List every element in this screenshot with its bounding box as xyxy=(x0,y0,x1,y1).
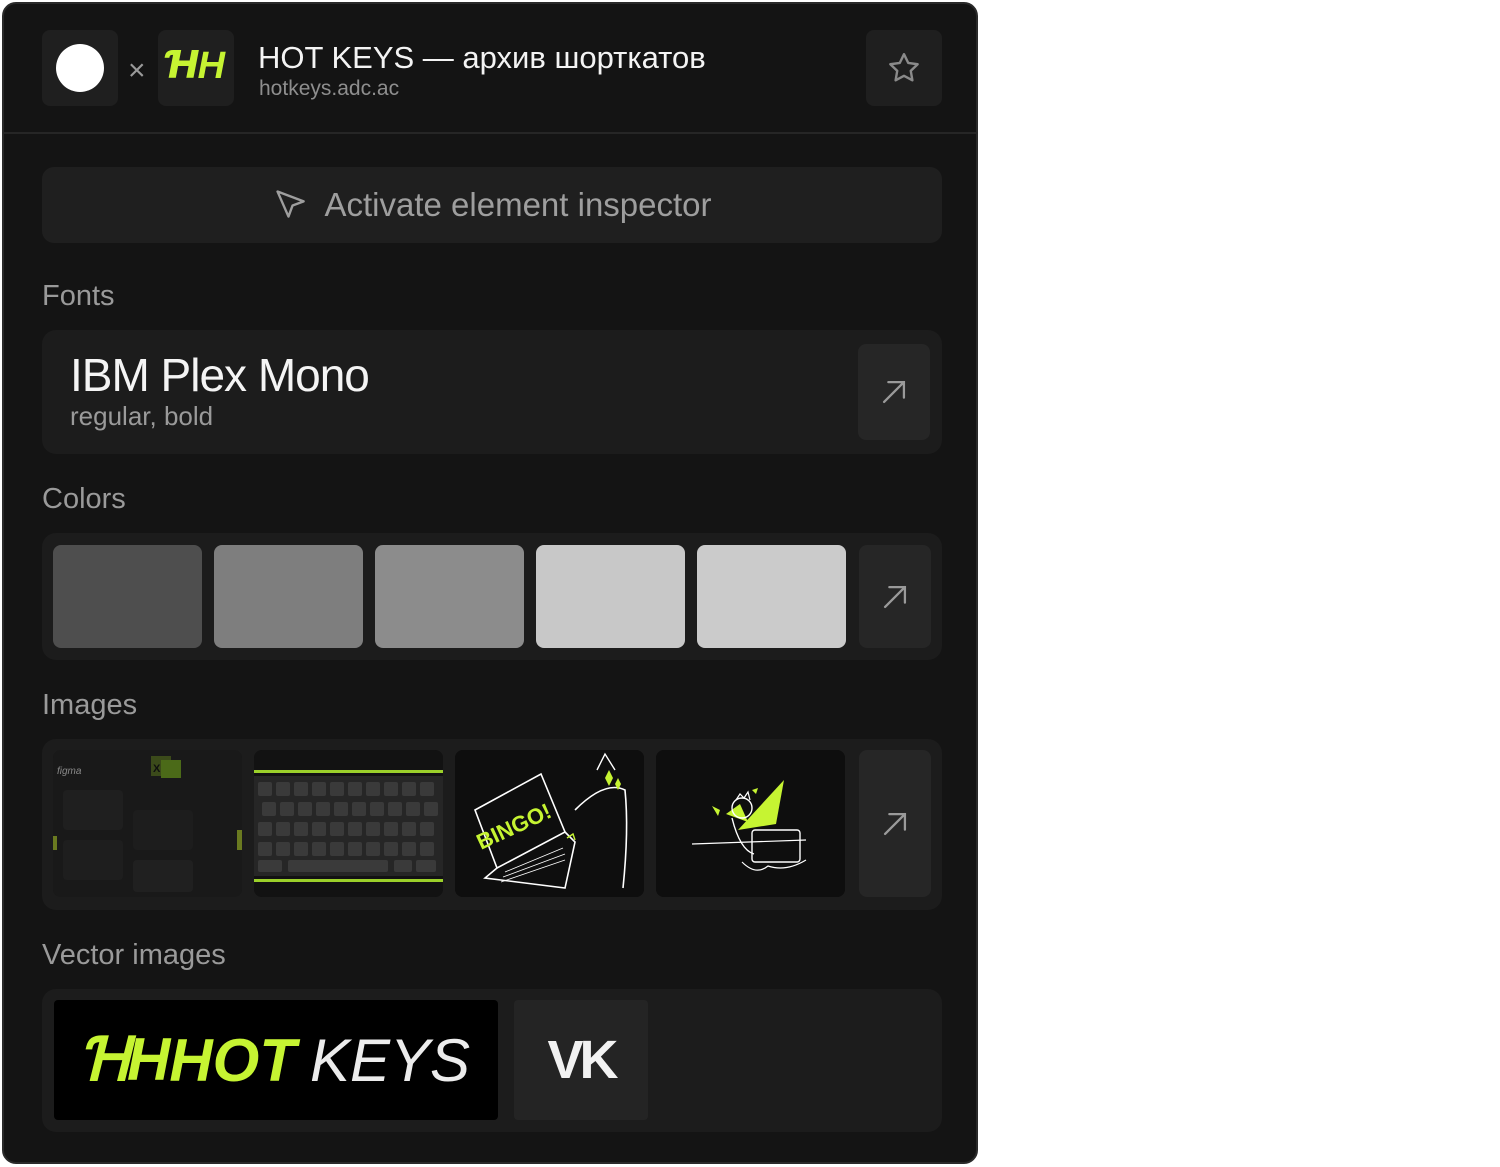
open-font-button[interactable] xyxy=(858,344,930,440)
hotkeys-word-keys: KEYS xyxy=(309,1026,471,1094)
images-section-title: Images xyxy=(42,689,138,721)
color-swatch[interactable] xyxy=(697,545,846,648)
inspector-label: Activate element inspector xyxy=(324,186,712,223)
figma-screenshot-image: figma X xyxy=(53,750,242,897)
hotkeys-logo-icon: ꞪH xyxy=(166,45,225,87)
open-images-button[interactable] xyxy=(859,750,931,897)
arrow-up-right-icon xyxy=(883,585,907,608)
open-colors-button[interactable] xyxy=(859,545,931,648)
site-header: × ꞪH HOT KEYS — архив шорткатов hotkeys.… xyxy=(4,4,976,134)
color-swatch[interactable] xyxy=(214,545,363,648)
bingo-illustration: BINGO! xyxy=(455,750,644,897)
color-swatch[interactable] xyxy=(536,545,685,648)
color-swatch[interactable] xyxy=(375,545,524,648)
font-weights: regular, bold xyxy=(70,401,214,431)
favorite-button[interactable] xyxy=(866,30,942,106)
cursor-icon xyxy=(276,190,306,218)
vector-image-vk-logo[interactable]: VK xyxy=(514,1000,648,1120)
svg-text:X: X xyxy=(153,763,161,775)
image-thumbnail[interactable] xyxy=(254,750,443,897)
colors-card xyxy=(42,533,942,660)
fonts-section-title: Fonts xyxy=(42,280,115,312)
extension-panel: × ꞪH HOT KEYS — архив шорткатов hotkeys.… xyxy=(2,2,978,1164)
times-separator: × xyxy=(128,54,146,87)
images-card: figma X BINGO! xyxy=(42,739,942,910)
image-thumbnail[interactable] xyxy=(656,750,845,897)
site-favicon: ꞪH xyxy=(158,30,234,106)
arrow-up-right-icon xyxy=(882,380,906,404)
figma-caption: figma xyxy=(57,766,82,777)
font-card: IBM Plex Mono regular, bold xyxy=(42,330,942,454)
site-url: hotkeys.adc.ac xyxy=(259,77,400,100)
rocket-illustration xyxy=(656,750,845,897)
keyboard-image xyxy=(254,750,443,897)
vector-images-section-title: Vector images xyxy=(42,939,226,971)
colors-section-title: Colors xyxy=(42,483,126,515)
hotkeys-word-hot: HOT xyxy=(169,1026,296,1094)
circle-logo-icon xyxy=(56,44,104,92)
font-name: IBM Plex Mono xyxy=(70,349,370,401)
vector-image-hotkeys-logo[interactable]: ꞪH HOT KEYS xyxy=(54,1000,498,1120)
star-icon xyxy=(889,53,919,82)
hotkeys-mark: ꞪH xyxy=(81,1026,170,1093)
arrow-up-right-icon xyxy=(883,812,907,835)
image-thumbnail[interactable]: figma X xyxy=(53,750,242,897)
vector-images-card: ꞪH HOT KEYS VK xyxy=(42,989,942,1132)
activate-inspector-button[interactable]: Activate element inspector xyxy=(42,167,942,243)
vk-logo-icon: VK xyxy=(547,1030,618,1090)
site-title: HOT KEYS — архив шорткатов xyxy=(258,40,706,75)
color-swatch[interactable] xyxy=(53,545,202,648)
image-thumbnail[interactable]: BINGO! xyxy=(455,750,644,897)
extension-logo-tile xyxy=(42,30,118,106)
